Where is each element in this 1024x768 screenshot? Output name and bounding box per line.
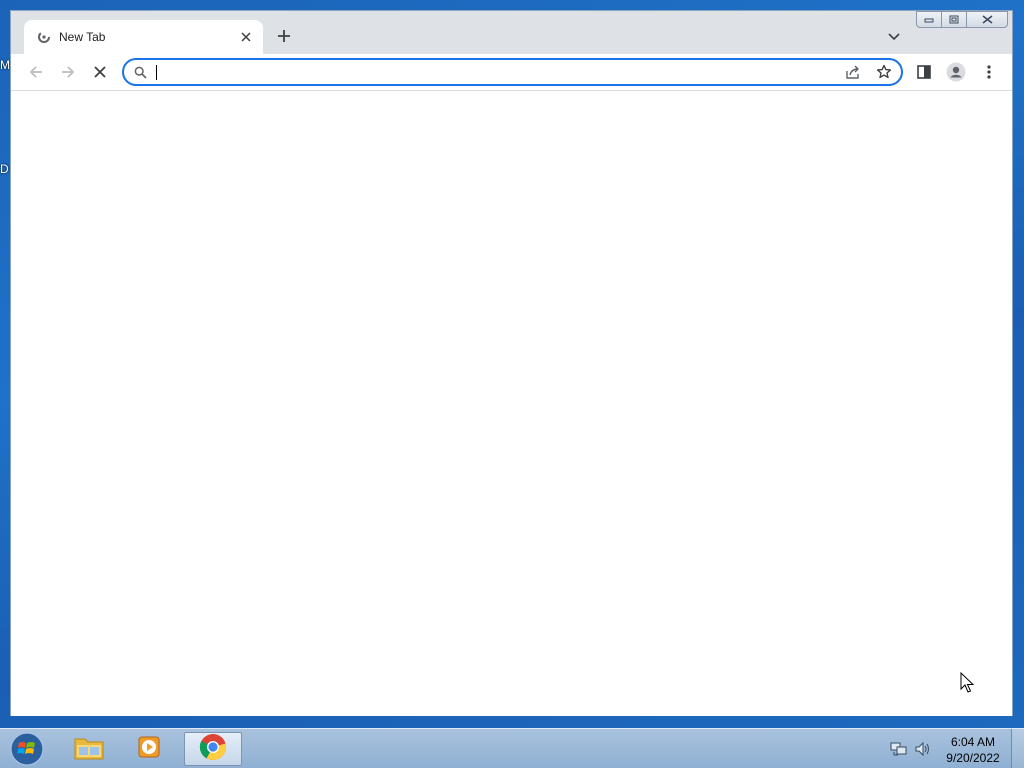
- taskbar: 6:04 AM 9/20/2022: [0, 728, 1024, 768]
- loading-favicon-icon: [37, 30, 51, 44]
- tab-title: New Tab: [59, 30, 106, 44]
- back-button[interactable]: [25, 61, 47, 83]
- volume-icon[interactable]: [914, 741, 932, 762]
- restore-button[interactable]: [941, 11, 967, 28]
- clock-date: 9/20/2022: [946, 751, 1000, 765]
- desktop: M D New Tab 6:04 AM 9/20/2022: [0, 0, 1024, 768]
- more-menu-icon[interactable]: [978, 61, 1000, 83]
- taskbar-explorer[interactable]: [60, 732, 118, 766]
- new-tab-button[interactable]: [273, 25, 295, 47]
- taskbar-media-player[interactable]: [120, 732, 178, 766]
- profile-avatar-icon[interactable]: [945, 61, 967, 83]
- forward-button[interactable]: [57, 61, 79, 83]
- address-input[interactable]: [154, 62, 838, 84]
- browser-toolbar: [11, 54, 1012, 90]
- text-caret: [156, 65, 157, 80]
- close-window-button[interactable]: [966, 11, 1008, 28]
- tab-search-chevron-icon[interactable]: [884, 27, 904, 47]
- taskbar-chrome[interactable]: [184, 732, 242, 766]
- desktop-icon-label-m[interactable]: M: [0, 58, 10, 72]
- share-icon[interactable]: [845, 64, 861, 85]
- minimize-button[interactable]: [916, 11, 942, 28]
- start-button[interactable]: [4, 730, 50, 768]
- system-clock[interactable]: 6:04 AM 9/20/2022: [940, 734, 1006, 766]
- chrome-icon: [199, 733, 227, 766]
- tab-strip: New Tab: [11, 11, 1012, 54]
- browser-window: New Tab: [10, 10, 1013, 716]
- folder-icon: [73, 733, 105, 766]
- tab-close-icon[interactable]: [237, 28, 255, 46]
- address-bar[interactable]: [122, 58, 903, 86]
- page-content[interactable]: [11, 90, 1012, 716]
- tab-new-tab[interactable]: New Tab: [24, 20, 263, 54]
- mouse-cursor-icon: [960, 671, 976, 699]
- clock-time: 6:04 AM: [950, 735, 996, 749]
- side-panel-icon[interactable]: [913, 61, 935, 83]
- network-icon[interactable]: [890, 741, 908, 762]
- media-player-icon: [135, 733, 163, 766]
- show-desktop-button[interactable]: [1011, 729, 1024, 768]
- bookmark-star-icon[interactable]: [876, 64, 892, 85]
- stop-loading-button[interactable]: [89, 61, 111, 83]
- search-icon: [134, 66, 147, 84]
- desktop-icon-label-d[interactable]: D: [0, 162, 9, 176]
